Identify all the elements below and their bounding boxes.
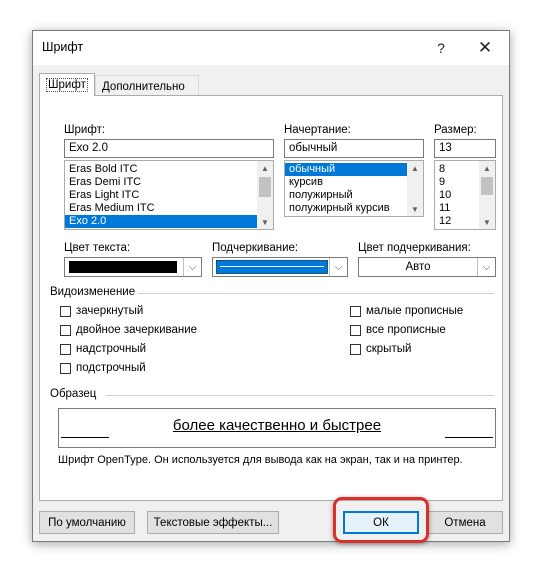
style-option[interactable]: полужирный [285, 189, 423, 202]
checkbox-label: скрытый [366, 343, 412, 355]
checkbox-label: подстрочный [76, 362, 146, 374]
scroll-down-icon[interactable]: ▼ [257, 215, 273, 229]
text-effects-label: Текстовые эффекты... [153, 516, 273, 529]
style-option[interactable]: полужирный курсив [285, 202, 423, 215]
underline-selection [216, 260, 328, 274]
font-input[interactable]: Exo 2.0 [64, 139, 274, 158]
text-color-label: Цвет текста: [64, 242, 131, 254]
font-list-scrollbar[interactable]: ▲ ▼ [257, 161, 273, 229]
set-default-label: По умолчанию [48, 516, 126, 529]
checkbox-all-caps[interactable]: все прописные [350, 324, 446, 336]
checkbox-strikethrough[interactable]: зачеркнутый [60, 305, 143, 317]
tab-font-label: Шрифт [46, 78, 88, 92]
scroll-up-icon[interactable]: ▲ [257, 161, 273, 175]
checkbox-box[interactable] [60, 324, 71, 336]
font-option-selected[interactable]: Exo 2.0 [65, 215, 257, 228]
font-option[interactable]: Eras Demi ITC [65, 176, 273, 189]
preview-sample-text: более качественно и быстрее [172, 417, 382, 434]
underline-color-label: Цвет подчеркивания: [358, 242, 471, 254]
font-tab-panel: Шрифт: Exo 2.0 Eras Bold ITC Eras Demi I… [39, 95, 503, 501]
scroll-down-icon[interactable]: ▼ [407, 202, 423, 216]
tab-advanced[interactable]: Дополнительно [95, 75, 199, 97]
font-list[interactable]: Eras Bold ITC Eras Demi ITC Eras Light I… [64, 160, 274, 230]
cancel-button[interactable]: Отмена [427, 511, 503, 534]
checkbox-label: двойное зачеркивание [76, 324, 198, 336]
checkbox-box[interactable] [60, 343, 71, 355]
text-color-swatch [69, 261, 177, 273]
effects-heading: Видоизменение [50, 286, 136, 298]
chevron-down-icon[interactable]: ⌵ [477, 258, 495, 276]
text-color-select[interactable]: ⌵ [64, 257, 202, 277]
tab-advanced-label: Дополнительно [102, 80, 185, 93]
style-input[interactable]: обычный [284, 139, 424, 158]
chevron-down-icon[interactable]: ⌵ [183, 258, 201, 276]
scroll-thumb[interactable] [481, 177, 493, 195]
font-dialog: Шрифт ? ✕ Шрифт Дополнительно Шрифт: Exo… [32, 30, 510, 543]
preview-box: более качественно и быстрее [58, 408, 496, 448]
effects-divider [138, 293, 494, 294]
checkbox-hidden[interactable]: скрытый [350, 343, 411, 355]
scroll-up-icon[interactable]: ▲ [479, 161, 495, 175]
size-input[interactable]: 13 [434, 139, 496, 158]
help-icon[interactable]: ? [429, 37, 453, 59]
text-effects-button[interactable]: Текстовые эффекты... [147, 511, 279, 534]
checkbox-box[interactable] [350, 305, 361, 317]
checkbox-box[interactable] [350, 324, 361, 336]
checkbox-superscript[interactable]: надстрочный [60, 343, 146, 355]
close-icon[interactable]: ✕ [473, 37, 497, 59]
size-list[interactable]: 8 9 10 11 12 ▲ ▼ [434, 160, 496, 230]
scroll-thumb[interactable] [259, 177, 271, 197]
checkbox-double-strikethrough[interactable]: двойное зачеркивание [60, 324, 197, 336]
set-default-button[interactable]: По умолчанию [39, 511, 135, 534]
underline-select[interactable]: ⌵ [212, 257, 348, 277]
preview-rule-left [61, 437, 109, 438]
font-option[interactable]: Eras Medium ITC [65, 202, 273, 215]
title-bar: Шрифт ? ✕ [33, 31, 509, 65]
size-label: Размер: [434, 124, 477, 136]
font-label: Шрифт: [64, 124, 106, 136]
underline-label: Подчеркивание: [212, 242, 299, 254]
style-list[interactable]: обычный курсив полужирный полужирный кур… [284, 160, 424, 217]
tab-font[interactable]: Шрифт [39, 73, 95, 96]
preview-rule-right [445, 437, 493, 438]
underline-color-value: Авто [405, 261, 431, 273]
checkbox-subscript[interactable]: подстрочный [60, 362, 146, 374]
underline-color-select[interactable]: Авто ⌵ [358, 257, 496, 277]
checkbox-label: все прописные [366, 324, 446, 336]
checkbox-label: зачеркнутый [76, 305, 144, 317]
style-option[interactable]: курсив [285, 176, 423, 189]
style-option-selected[interactable]: обычный [285, 163, 407, 176]
cancel-label: Отмена [444, 516, 486, 529]
ok-highlight-annotation [333, 497, 429, 543]
checkbox-label: малые прописные [366, 305, 464, 317]
font-option[interactable]: Eras Bold ITC [65, 163, 273, 176]
checkbox-label: надстрочный [76, 343, 147, 355]
preview-divider [106, 395, 494, 396]
checkbox-small-caps[interactable]: малые прописные [350, 305, 463, 317]
checkbox-box[interactable] [60, 305, 71, 317]
font-option[interactable]: Eras Light ITC [65, 189, 273, 202]
scroll-up-icon[interactable]: ▲ [407, 161, 423, 175]
preview-info-text: Шрифт OpenType. Он используется для выво… [58, 454, 463, 466]
style-list-scrollbar[interactable]: ▲ ▼ [407, 161, 423, 216]
preview-heading: Образец [50, 388, 97, 400]
dialog-title: Шрифт [42, 40, 84, 54]
chevron-down-icon[interactable]: ⌵ [329, 258, 347, 276]
scroll-down-icon[interactable]: ▼ [479, 215, 495, 229]
style-label: Начертание: [284, 124, 351, 136]
checkbox-box[interactable] [60, 362, 71, 374]
checkbox-box[interactable] [350, 343, 361, 355]
size-list-scrollbar[interactable]: ▲ ▼ [479, 161, 495, 229]
